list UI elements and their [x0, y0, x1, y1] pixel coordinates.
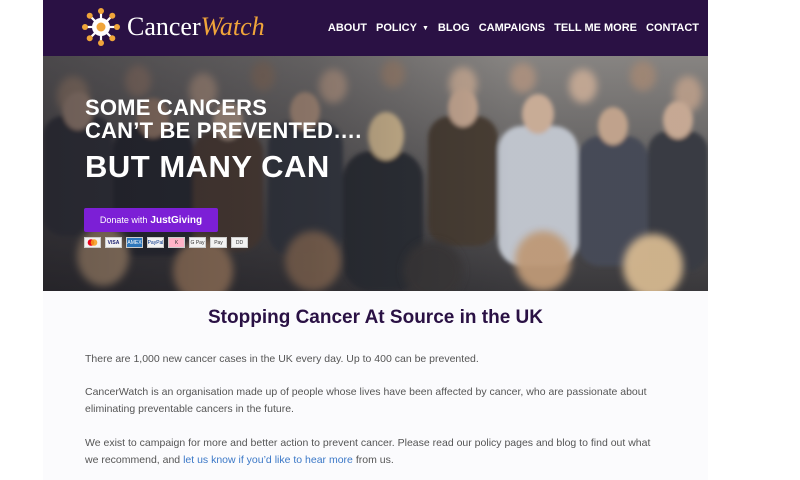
mastercard-icon [84, 237, 101, 248]
hero-big-headline: BUT MANY CAN [85, 149, 330, 184]
site-header: CancerWatch ABOUT POLICY ▼ BLOG CAMPAIGNS… [43, 0, 708, 56]
hero-headline-line2: CAN’T BE PREVENTED…. [85, 118, 362, 143]
google-pay-icon: G Pay [189, 237, 206, 248]
nav-about-label: ABOUT [327, 22, 368, 34]
chevron-down-icon: ▼ [421, 24, 429, 32]
nav-contact-label: CONTACT [646, 22, 699, 34]
paypal-icon: PayPal [147, 237, 164, 248]
virus-logo-icon [82, 8, 120, 46]
nav-policy[interactable]: POLICY ▼ [376, 22, 429, 34]
direct-debit-icon: DD [231, 237, 248, 248]
intro-paragraph-2: CancerWatch is an organisation made up o… [85, 386, 647, 415]
hero-headline: SOME CANCERS CAN’T BE PREVENTED…. [85, 96, 362, 142]
nav-about[interactable]: ABOUT [328, 22, 367, 34]
hero-banner: SOME CANCERS CAN’T BE PREVENTED…. BUT MA… [43, 56, 708, 291]
main-nav: ABOUT POLICY ▼ BLOG CAMPAIGNS TELL ME MOR… [328, 0, 708, 56]
intro-paragraph-1: There are 1,000 new cancer cases in the … [85, 353, 479, 365]
nav-campaigns-label: CAMPAIGNS [478, 22, 546, 34]
visa-icon: VISA [105, 237, 122, 248]
logo-wordmark: CancerWatch [127, 14, 265, 40]
intro-paragraph-3-text-b: from us. [352, 454, 394, 466]
donate-justgiving-button[interactable]: Donate with JustGiving [84, 208, 218, 232]
hear-more-link[interactable]: let us know if you’d like to hear more [183, 454, 353, 466]
klarna-icon: K [168, 237, 185, 248]
nav-tell-me-more-label: TELL ME MORE [554, 22, 638, 34]
nav-contact[interactable]: CONTACT [646, 22, 699, 34]
amex-icon: AMEX [126, 237, 143, 248]
site-logo[interactable]: CancerWatch [81, 7, 265, 47]
logo-word-watch: Watch [200, 12, 265, 41]
nav-campaigns[interactable]: CAMPAIGNS [479, 22, 545, 34]
nav-tell-me-more[interactable]: TELL ME MORE [554, 22, 637, 34]
nav-blog-label: BLOG [437, 22, 470, 34]
page-frame: CancerWatch ABOUT POLICY ▼ BLOG CAMPAIGNS… [43, 0, 708, 480]
payment-methods: VISA AMEX PayPal K G Pay Pay DD [84, 237, 252, 248]
nav-policy-label: POLICY [376, 22, 417, 34]
intro-paragraph-3: We exist to campaign for more and better… [85, 435, 665, 469]
donate-prefix: Donate with [99, 215, 148, 225]
page-title: Stopping Cancer At Source in the UK [208, 307, 543, 328]
nav-blog[interactable]: BLOG [438, 22, 470, 34]
apple-pay-icon: Pay [210, 237, 227, 248]
logo-word-cancer: Cancer [127, 12, 201, 41]
hero-headline-line1: SOME CANCERS [85, 95, 268, 120]
justgiving-wordmark: JustGiving [150, 214, 203, 226]
